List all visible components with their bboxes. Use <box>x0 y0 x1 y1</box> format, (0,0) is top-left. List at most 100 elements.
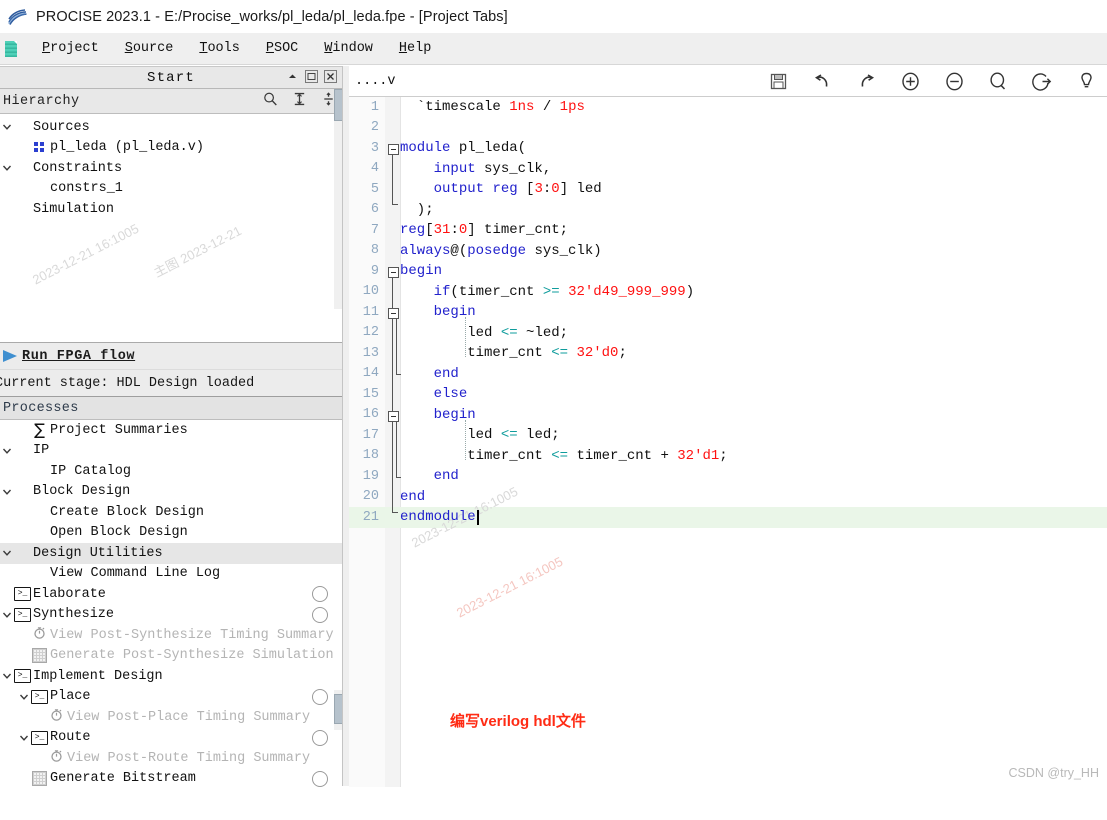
run-status-circle[interactable] <box>312 770 328 787</box>
timer-icon <box>50 708 63 726</box>
tree-item-project-summaries[interactable]: ∑ Project Summaries <box>0 420 342 441</box>
code-line[interactable]: 1 `timescale 1ns / 1ps <box>349 97 1107 118</box>
menu-item-project[interactable]: Project <box>29 39 112 58</box>
fold-marker-line9[interactable] <box>388 267 399 278</box>
tree-item-place[interactable]: >_ Place <box>0 687 342 708</box>
tree-item-block-design[interactable]: Block Design <box>0 482 342 503</box>
tree-item-design-utilities[interactable]: Design Utilities <box>0 543 342 564</box>
left-dock-panel: Start Hierarchy Sources pl_leda (pl_leda… <box>0 66 342 820</box>
chevron-down-icon[interactable] <box>0 163 14 173</box>
fold-marker-line3[interactable] <box>388 144 399 155</box>
collapse-all-icon[interactable] <box>292 91 307 106</box>
tree-item-elaborate[interactable]: >_ Elaborate <box>0 584 342 605</box>
zoom-out-icon[interactable] <box>943 70 965 92</box>
search-icon[interactable] <box>987 70 1009 92</box>
tree-item-generate-post-synthesize-simulation-file[interactable]: Generate Post-Synthesize Simulation File <box>0 646 342 667</box>
menu-item-window[interactable]: Window <box>311 39 386 58</box>
tree-item-constraints[interactable]: Constraints <box>0 158 342 179</box>
tree-item-ip[interactable]: IP <box>0 441 342 462</box>
tree-item-label: Elaborate <box>33 586 106 602</box>
code-line[interactable]: 20 end <box>349 487 1107 508</box>
tree-item-constrs-1[interactable]: constrs_1 <box>0 179 342 200</box>
tree-item-synthesize[interactable]: >_ Synthesize <box>0 605 342 626</box>
current-stage-bar: Current stage: HDL Design loaded <box>0 370 342 397</box>
code-line[interactable]: 5 output reg [3:0] led <box>349 179 1107 200</box>
redo-icon[interactable] <box>855 70 877 92</box>
code-line[interactable]: 10 if(timer_cnt >= 32'd49_999_999) <box>349 282 1107 303</box>
bookmark-icon[interactable] <box>1075 70 1097 92</box>
code-token: output <box>433 181 485 198</box>
tree-item-pl-leda-pl-leda-v[interactable]: pl_leda (pl_leda.v) <box>0 138 342 159</box>
tree-item-route[interactable]: >_ Route <box>0 728 342 749</box>
code-token: <= <box>500 427 518 444</box>
code-area[interactable]: 1 `timescale 1ns / 1ps 2 3 module pl_leda(4… <box>349 97 1107 787</box>
search-icon[interactable] <box>263 91 278 106</box>
code-line[interactable]: 4 input sys_clk, <box>349 159 1107 180</box>
restore-panel-button[interactable] <box>304 69 319 84</box>
hierarchy-scrollbar[interactable] <box>334 89 344 309</box>
run-status-circle[interactable] <box>312 606 328 623</box>
run-status-circle[interactable] <box>312 586 328 603</box>
code-line[interactable]: 2 <box>349 118 1107 139</box>
code-line[interactable]: 9 begin <box>349 261 1107 282</box>
code-line[interactable]: 8 always@(posedge sys_clk) <box>349 241 1107 262</box>
fold-marker-line11[interactable] <box>388 308 399 319</box>
code-line[interactable]: 3 module pl_leda( <box>349 138 1107 159</box>
code-line[interactable]: 6 ); <box>349 200 1107 221</box>
chevron-down-icon[interactable] <box>0 446 14 456</box>
code-line[interactable]: 18 timer_cnt <= timer_cnt + 32'd1; <box>349 446 1107 467</box>
chevron-down-icon[interactable] <box>0 610 14 620</box>
code-line[interactable]: 15 else <box>349 384 1107 405</box>
code-line[interactable]: 17 led <= led; <box>349 425 1107 446</box>
chevron-down-icon[interactable] <box>0 671 14 681</box>
tree-item-label: View Post-Route Timing Summary <box>67 750 311 766</box>
run-status-circle[interactable] <box>312 729 328 746</box>
run-fpga-flow-bar[interactable]: Run FPGA flow <box>0 343 342 370</box>
chevron-down-icon[interactable] <box>0 548 14 558</box>
tree-item-ip-catalog[interactable]: IP Catalog <box>0 461 342 482</box>
processes-tree[interactable]: ∑ Project Summaries IP IP Catalog Block Desi… <box>0 420 342 789</box>
code-line[interactable]: 13 timer_cnt <= 32'd0; <box>349 343 1107 364</box>
chevron-down-icon[interactable] <box>17 692 31 702</box>
menu-accel-psoc: P <box>265 41 274 56</box>
processes-scrollbar[interactable] <box>334 690 344 730</box>
menu-item-help[interactable]: Help <box>386 39 444 58</box>
tree-item-implement-design[interactable]: >_ Implement Design <box>0 666 342 687</box>
menu-item-psoc[interactable]: PSOC <box>253 39 311 58</box>
run-status-circle[interactable] <box>312 688 328 705</box>
tree-item-open-block-design[interactable]: Open Block Design <box>0 523 342 544</box>
fold-marker-line16[interactable] <box>388 411 399 422</box>
undo-icon[interactable] <box>811 70 833 92</box>
tree-item-create-block-design[interactable]: Create Block Design <box>0 502 342 523</box>
tree-item-view-command-line-log[interactable]: View Command Line Log <box>0 564 342 585</box>
goto-line-icon[interactable] <box>1031 70 1053 92</box>
code-lines[interactable]: 1 `timescale 1ns / 1ps 2 3 module pl_leda(4… <box>349 97 1107 528</box>
menu-item-tools[interactable]: Tools <box>186 39 253 58</box>
close-panel-button[interactable] <box>323 69 338 84</box>
collapse-panel-button[interactable] <box>285 69 300 84</box>
tree-item-view-post-synthesize-timing-summary[interactable]: View Post-Synthesize Timing Summary <box>0 625 342 646</box>
tree-item-simulation[interactable]: Simulation <box>0 199 342 220</box>
code-line[interactable]: 11 begin <box>349 302 1107 323</box>
menu-item-project-rest: roject <box>50 41 99 56</box>
chevron-down-icon[interactable] <box>17 733 31 743</box>
code-token: 0 <box>458 222 468 239</box>
chevron-down-icon[interactable] <box>0 487 14 497</box>
save-icon[interactable] <box>767 70 789 92</box>
code-line[interactable]: 12 led <= ~led; <box>349 323 1107 344</box>
hierarchy-tree[interactable]: Sources pl_leda (pl_leda.v) Constraints con… <box>0 114 342 220</box>
menu-item-source[interactable]: Source <box>112 39 187 58</box>
code-line[interactable]: 14 end <box>349 364 1107 385</box>
tree-item-view-post-route-timing-summary[interactable]: View Post-Route Timing Summary <box>0 748 342 769</box>
editor-tab-label[interactable]: ....v <box>355 74 396 89</box>
code-line[interactable]: 7 reg[31:0] timer_cnt; <box>349 220 1107 241</box>
code-line[interactable]: 16 begin <box>349 405 1107 426</box>
tree-item-sources[interactable]: Sources <box>0 117 342 138</box>
tree-item-view-post-place-timing-summary[interactable]: View Post-Place Timing Summary <box>0 707 342 728</box>
code-line[interactable]: 19 end <box>349 466 1107 487</box>
code-line[interactable]: 21 endmodule <box>349 507 1107 528</box>
chevron-down-icon[interactable] <box>0 122 14 132</box>
zoom-in-icon[interactable] <box>899 70 921 92</box>
